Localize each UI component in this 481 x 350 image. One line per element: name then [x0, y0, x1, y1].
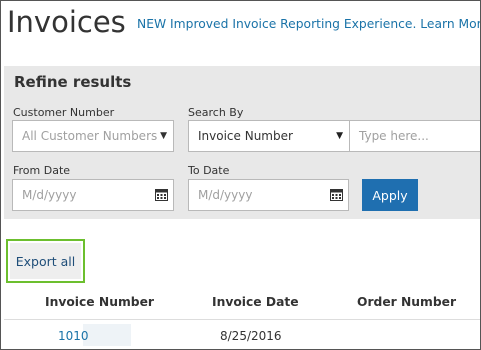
search-by-select[interactable]: Invoice Number ▼	[188, 120, 350, 152]
calendar-icon[interactable]	[155, 188, 168, 201]
export-all-button[interactable]: Export all	[10, 243, 81, 279]
invoice-number-link[interactable]: 1010	[58, 329, 89, 343]
to-date-label: To Date	[188, 164, 230, 177]
invoice-date-cell: 8/25/2016	[220, 329, 282, 343]
page-title: Invoices	[7, 5, 126, 39]
customer-number-select[interactable]: All Customer Numbers ▼	[12, 120, 174, 152]
redaction-block	[83, 324, 131, 346]
column-header-invoice-date[interactable]: Invoice Date	[212, 295, 299, 309]
column-header-invoice-number[interactable]: Invoice Number	[45, 295, 154, 309]
caret-down-icon: ▼	[160, 131, 167, 141]
from-date-placeholder: M/d/yyyy	[22, 188, 77, 202]
invoice-reporting-link[interactable]: NEW Improved Invoice Reporting Experienc…	[137, 16, 480, 32]
table-divider	[4, 319, 480, 320]
to-date-placeholder: M/d/yyyy	[198, 188, 253, 202]
calendar-icon[interactable]	[330, 188, 343, 201]
search-by-selected: Invoice Number	[198, 129, 293, 143]
customer-number-label: Customer Number	[13, 106, 115, 119]
from-date-label: From Date	[13, 164, 71, 177]
refine-results-panel: Refine results Customer Number All Custo…	[4, 66, 480, 219]
search-input-placeholder: Type here...	[359, 129, 429, 143]
refine-results-title: Refine results	[14, 73, 132, 91]
invoices-page: Invoices NEW Improved Invoice Reporting …	[0, 0, 481, 350]
column-header-order-number[interactable]: Order Number	[357, 295, 456, 309]
customer-number-placeholder: All Customer Numbers	[22, 129, 158, 143]
caret-down-icon: ▼	[336, 131, 343, 141]
search-input[interactable]: Type here...	[349, 120, 480, 152]
export-highlight: Export all	[6, 239, 85, 283]
apply-button[interactable]: Apply	[362, 179, 418, 211]
to-date-input[interactable]: M/d/yyyy	[188, 179, 349, 211]
from-date-input[interactable]: M/d/yyyy	[12, 179, 174, 211]
search-by-label: Search By	[188, 106, 244, 119]
